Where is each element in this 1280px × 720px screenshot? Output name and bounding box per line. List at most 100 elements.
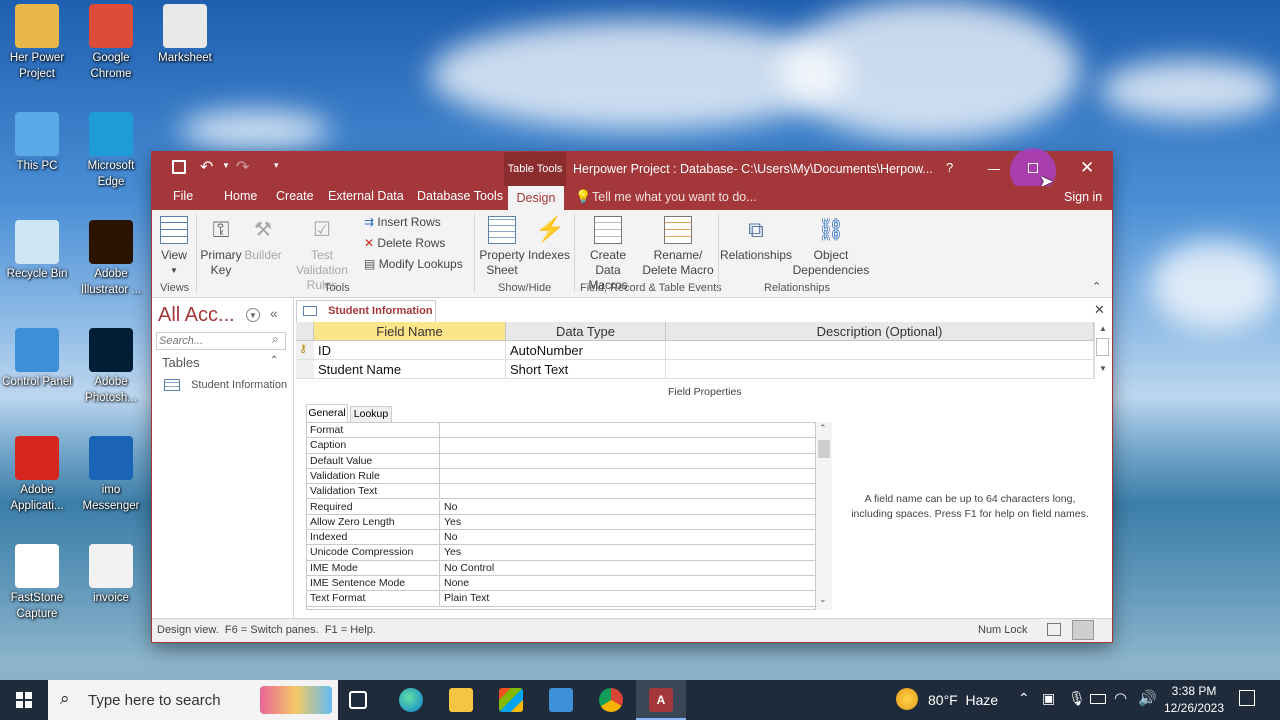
properties-scrollbar[interactable]: ⌃ ⌄ (816, 422, 832, 610)
desktop-icon[interactable]: Marksheet (148, 4, 222, 66)
delete-rows-button[interactable]: ✕ Delete Rows (364, 236, 445, 250)
edge-taskbar-icon[interactable] (399, 688, 423, 712)
desktop-icon[interactable]: Microsoft Edge (74, 112, 148, 190)
property-sheet-button[interactable]: Property Sheet (478, 216, 526, 278)
scroll-up-icon[interactable]: ▲ (1099, 324, 1107, 333)
weather-icon[interactable] (896, 688, 918, 710)
scroll-down-icon[interactable]: ⌄ (819, 594, 827, 605)
desktop-icon[interactable]: Her Power Project (0, 4, 74, 82)
desktop-icon[interactable]: Recycle Bin (0, 220, 74, 282)
scroll-thumb[interactable] (818, 440, 830, 458)
store-icon[interactable] (499, 688, 523, 712)
desktop-icon[interactable]: Adobe Applicati... (0, 436, 74, 514)
weather-text[interactable]: 80°F Haze (928, 692, 998, 708)
desktop-icon[interactable]: Adobe Photosh... (74, 328, 148, 406)
sign-in-link[interactable]: Sign in (1064, 190, 1102, 204)
mail-icon[interactable] (549, 688, 573, 712)
tab-home[interactable]: Home (224, 189, 257, 203)
property-value[interactable] (442, 423, 815, 437)
desktop-icon[interactable]: imo Messenger (74, 436, 148, 514)
modify-lookups-button[interactable]: ▤ Modify Lookups (364, 257, 463, 271)
property-value[interactable]: No Control (442, 561, 815, 575)
property-row[interactable]: Indexed No (307, 530, 815, 546)
property-row[interactable]: Validation Rule (307, 468, 815, 485)
scroll-thumb[interactable] (1096, 338, 1109, 356)
property-value[interactable] (442, 454, 815, 468)
nav-pane-title[interactable]: All Acc... (158, 304, 235, 327)
tab-file[interactable]: File (173, 189, 193, 203)
property-value[interactable]: None (442, 576, 815, 590)
field-name-cell[interactable]: Student Name (314, 360, 506, 379)
column-header-description[interactable]: Description (Optional) (666, 322, 1094, 341)
field-name-cell[interactable]: ID (314, 341, 506, 360)
minimize-button[interactable] (988, 169, 1000, 170)
property-row[interactable]: Unicode Compression Yes (307, 545, 815, 561)
scroll-up-icon[interactable]: ⌃ (819, 423, 827, 434)
property-row[interactable]: Validation Text (307, 484, 815, 500)
close-button[interactable]: ✕ (1080, 158, 1094, 178)
desktop-icon[interactable]: FastStone Capture (0, 544, 74, 622)
customize-qat-icon[interactable]: ▾ (274, 160, 279, 171)
grid-scrollbar[interactable]: ▲ ▼ (1094, 322, 1110, 379)
property-row[interactable]: Caption (307, 438, 815, 454)
battery-icon[interactable] (1090, 694, 1106, 704)
desktop-icon[interactable]: Control Panel (0, 328, 74, 390)
desktop-icon[interactable]: This PC (0, 112, 74, 174)
title-bar[interactable]: ↶ ▼ ↷ ▾ Table Tools Herpower Project : D… (152, 148, 1112, 194)
volume-icon[interactable]: 🔊 (1138, 689, 1157, 707)
property-value[interactable]: Plain Text (442, 591, 815, 605)
property-value[interactable]: No (442, 500, 815, 514)
property-value[interactable] (442, 469, 815, 483)
desktop-icon[interactable]: Adobe Illustrator ... (74, 220, 148, 298)
tab-general[interactable]: General (306, 404, 348, 422)
property-row[interactable]: Default Value (307, 453, 815, 469)
description-cell[interactable] (666, 360, 1094, 379)
property-row[interactable]: Format (307, 423, 815, 439)
property-value[interactable] (442, 438, 815, 452)
indexes-button[interactable]: ⚡ Indexes (526, 216, 572, 263)
start-button[interactable] (16, 692, 32, 708)
property-row[interactable]: IME Sentence Mode None (307, 576, 815, 592)
chrome-taskbar-icon[interactable] (599, 688, 623, 712)
property-row[interactable]: Text Format Plain Text (307, 591, 815, 607)
clock-date[interactable]: 12/26/2023 (1160, 701, 1228, 715)
document-tab[interactable]: Student Information (296, 300, 436, 322)
nav-search-input[interactable] (156, 332, 286, 350)
taskbar-search-box[interactable]: ⌕ Type here to search (48, 680, 338, 720)
property-value[interactable] (442, 484, 815, 498)
file-explorer-icon[interactable] (449, 688, 473, 712)
tab-database-tools[interactable]: Database Tools (417, 189, 503, 203)
desktop-icon[interactable]: Google Chrome (74, 4, 148, 82)
scroll-down-icon[interactable]: ▼ (1099, 364, 1107, 373)
builder-button[interactable]: ⚒ Builder (244, 216, 282, 263)
insert-rows-button[interactable]: ⇉ Insert Rows (364, 215, 441, 229)
shutter-bar-icon[interactable]: « (270, 305, 278, 321)
task-view-icon[interactable] (349, 691, 367, 709)
undo-dropdown-icon[interactable]: ▼ (222, 161, 230, 170)
column-header-field-name[interactable]: Field Name (314, 322, 506, 341)
access-taskbar-button[interactable]: A (636, 680, 686, 720)
close-document-icon[interactable]: ✕ (1094, 302, 1105, 318)
collapse-ribbon-icon[interactable]: ⌃ (1092, 280, 1101, 293)
object-dependencies-button[interactable]: ⛓ Object Dependencies (792, 216, 870, 278)
view-button[interactable]: View ▼ (158, 216, 190, 278)
property-value[interactable]: Yes (442, 515, 815, 529)
microphone-icon[interactable]: 🎙 (1068, 690, 1086, 707)
nav-dropdown-icon[interactable]: ▼ (246, 308, 260, 322)
undo-icon[interactable]: ↶ (200, 157, 213, 177)
column-header-data-type[interactable]: Data Type (506, 322, 666, 341)
meet-now-icon[interactable]: ▣ (1042, 690, 1055, 707)
property-row[interactable]: IME Mode No Control (307, 560, 815, 576)
help-button[interactable]: ? (946, 160, 953, 175)
tab-create[interactable]: Create (276, 189, 314, 203)
maximize-button[interactable]: ➤ (1010, 148, 1056, 194)
tab-design[interactable]: Design (508, 186, 564, 210)
data-type-cell[interactable]: AutoNumber (506, 341, 666, 360)
nav-item-student-information[interactable]: Student Information (164, 379, 287, 392)
design-view-icon[interactable] (1072, 620, 1094, 640)
tab-lookup[interactable]: Lookup (350, 406, 392, 422)
data-type-cell[interactable]: Short Text (506, 360, 666, 379)
datasheet-view-icon[interactable] (1047, 623, 1061, 636)
tell-me-box[interactable]: Tell me what you want to do... (592, 190, 757, 204)
wifi-icon[interactable]: ◠ (1114, 689, 1127, 707)
